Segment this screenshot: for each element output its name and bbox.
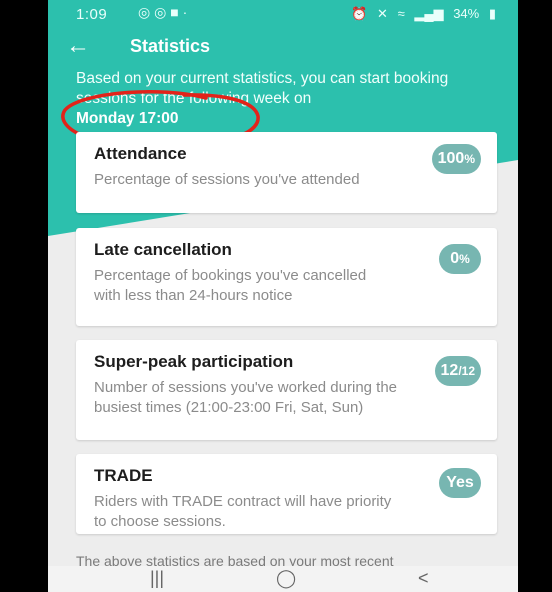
notification-icons: ◎ ◎ ■ · [138, 4, 187, 21]
card-attendance: Attendance Percentage of sessions you've… [76, 132, 497, 213]
recents-button[interactable]: ||| [150, 568, 164, 589]
right-black-border [518, 0, 552, 592]
card-title: Super-peak participation [94, 352, 294, 371]
badge-suffix: % [459, 252, 470, 266]
card-super-peak: Super-peak participation Number of sessi… [76, 340, 497, 440]
badge-suffix: % [464, 152, 475, 166]
facebook-icon: ■ [170, 4, 179, 20]
signal-icon: ▂▄▆ [414, 6, 444, 21]
trade-badge: Yes [439, 468, 481, 498]
wifi-icon: ≈ [397, 6, 405, 21]
badge-suffix: /12 [458, 364, 475, 378]
card-title: Attendance [94, 144, 187, 163]
card-title: Late cancellation [94, 240, 232, 259]
back-arrow-icon[interactable]: ← [66, 32, 90, 60]
status-time: 1:09 [76, 6, 108, 23]
battery-level: 34% [453, 6, 480, 21]
badge-value: 12 [440, 362, 459, 379]
instagram-icon: ◎ [138, 4, 151, 20]
badge-value: 100 [437, 150, 465, 167]
dot-icon: · [182, 4, 188, 20]
page-title: Statistics [130, 36, 211, 56]
status-bar: 1:09 ◎ ◎ ■ · ⏰ ✕ ≈ ▂▄▆ 34% ▮ [48, 0, 518, 30]
home-button[interactable]: ◯ [276, 568, 296, 589]
left-black-border [0, 0, 48, 592]
card-trade: TRADE Riders with TRADE contract will ha… [76, 454, 497, 534]
late-cancellation-badge: 0% [439, 244, 481, 274]
badge-value: 0 [450, 250, 460, 267]
alarm-icon: ⏰ [351, 6, 368, 21]
app-bar: ← Statistics [48, 30, 518, 66]
battery-icon: ▮ [488, 6, 496, 21]
card-description: Percentage of bookings you've cancelled … [94, 267, 367, 304]
card-description: Riders with TRADE contract will have pri… [94, 493, 392, 530]
card-title: TRADE [94, 466, 153, 485]
system-nav-bar: ||| ◯ < [48, 566, 518, 592]
badge-value: Yes [446, 474, 474, 491]
status-right-group: ⏰ ✕ ≈ ▂▄▆ 34% ▮ [345, 6, 496, 22]
instagram-icon: ◎ [154, 4, 167, 20]
card-description: Percentage of sessions you've attended [94, 171, 360, 188]
attendance-badge: 100% [431, 144, 481, 174]
card-late-cancellation: Late cancellation Percentage of bookings… [76, 228, 497, 326]
super-peak-badge: 12/12 [434, 356, 481, 386]
phone-screen: 1:09 ◎ ◎ ■ · ⏰ ✕ ≈ ▂▄▆ 34% ▮ ← Statistic… [48, 0, 518, 592]
back-button[interactable]: < [418, 568, 429, 589]
mute-icon: ✕ [377, 6, 388, 21]
card-description: Number of sessions you've worked during … [94, 379, 398, 416]
